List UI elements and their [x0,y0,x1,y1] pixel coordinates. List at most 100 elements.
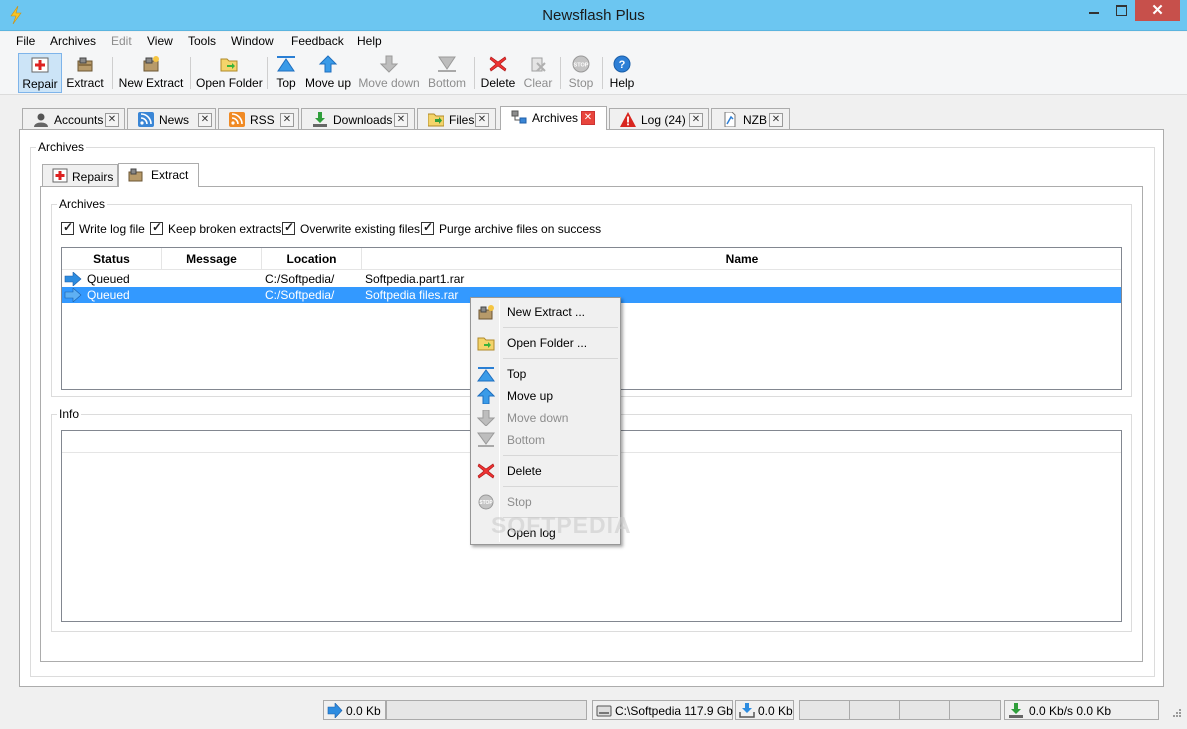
menu-item-open-folder[interactable]: Open Folder ... [473,332,618,354]
download-tray-icon [739,703,755,718]
extract-icon [128,168,143,182]
menu-separator [503,455,618,456]
archives-network-icon [511,110,527,124]
column-name[interactable]: Name [362,248,1121,270]
tab-archives[interactable]: Archives ✕ [500,106,607,130]
top-button[interactable]: Top [272,53,300,93]
close-tab-icon[interactable]: ✕ [105,113,119,127]
column-location[interactable]: Location [262,248,362,270]
tab-rss[interactable]: RSS ✕ [218,108,299,129]
speed-status: 0.0 Kb/s 0.0 Kb [1004,700,1159,720]
menu-item-bottom[interactable]: Bottom [473,429,618,451]
context-menu: New Extract ... Open Folder ... Top Move… [470,297,621,545]
close-button[interactable]: ✕ [1135,0,1180,21]
connection-segment [900,701,950,719]
toolbar-separator [474,57,475,89]
menu-separator [503,358,618,359]
svg-text:STOP: STOP [574,63,589,69]
move-down-button[interactable]: Move down [358,53,420,93]
tab-extract[interactable]: Extract [118,163,199,187]
resize-grip-icon[interactable] [1170,708,1182,720]
tab-files[interactable]: Files ✕ [417,108,496,129]
close-icon: ✕ [1151,2,1164,19]
menu-item-top[interactable]: Top [473,363,618,385]
menu-item-move-down[interactable]: Move down [473,407,618,429]
bottom-icon [438,56,456,72]
stop-icon: STOP [478,494,494,510]
menu-view[interactable]: View [147,34,173,48]
close-tab-icon[interactable]: ✕ [581,111,595,125]
tab-log[interactable]: Log (24) ✕ [609,108,709,129]
top-icon [277,56,295,72]
tab-repairs[interactable]: Repairs [42,164,118,186]
open-folder-button[interactable]: Open Folder [196,53,263,93]
clear-button[interactable]: Clear [522,53,554,93]
tab-nzb[interactable]: NZB ✕ [711,108,790,129]
new-extract-icon [478,305,494,320]
close-tab-icon[interactable]: ✕ [280,113,294,127]
user-icon [34,113,48,127]
menu-item-delete[interactable]: Delete [473,460,618,482]
close-tab-icon[interactable]: ✕ [394,113,408,127]
connection-segments [799,700,1001,720]
help-button[interactable]: ? Help [608,53,636,93]
menu-separator [503,486,618,487]
new-extract-button[interactable]: New Extract [118,53,184,93]
tab-news[interactable]: News ✕ [127,108,216,129]
menu-window[interactable]: Window [231,34,274,48]
upload-status: 0.0 Kb [323,700,386,720]
menu-file[interactable]: File [16,34,35,48]
nzb-file-icon [724,112,736,127]
archives-group-label: Archives [36,140,87,154]
menu-help[interactable]: Help [357,34,382,48]
menu-item-move-up[interactable]: Move up [473,385,618,407]
column-status[interactable]: Status [62,248,162,270]
upload-progress-bar [386,700,587,720]
stop-button[interactable]: STOP Stop [566,53,596,93]
repair-button[interactable]: Repair [18,53,62,93]
delete-button[interactable]: Delete [480,53,516,93]
repair-icon [52,168,68,183]
tab-accounts[interactable]: Accounts ✕ [22,108,125,129]
tab-downloads[interactable]: Downloads ✕ [301,108,415,129]
title-bar: Newsflash Plus ✕ [0,0,1187,31]
menu-item-stop[interactable]: STOP Stop [473,491,618,513]
softpedia-watermark: SOFTPEDIA [491,512,632,538]
arrow-down-icon [477,410,495,426]
toolbar-separator [190,57,191,89]
queued-arrow-icon [64,288,82,302]
connection-segment [800,701,850,719]
queued-arrow-icon [64,272,82,286]
info-group-label: Info [57,407,82,421]
close-tab-icon[interactable]: ✕ [769,113,783,127]
close-tab-icon[interactable]: ✕ [689,113,703,127]
toolbar-separator [112,57,113,89]
stop-icon: STOP [572,55,590,73]
close-tab-icon[interactable]: ✕ [475,113,489,127]
minimize-button[interactable] [1081,0,1107,21]
table-row[interactable]: Queued C:/Softpedia/ Softpedia.part1.rar [62,271,1121,287]
help-icon: ? [613,55,631,73]
menu-tools[interactable]: Tools [188,34,216,48]
bottom-button[interactable]: Bottom [426,53,468,93]
folder-arrow-icon [477,337,495,351]
move-up-button[interactable]: Move up [304,53,352,93]
close-tab-icon[interactable]: ✕ [198,113,212,127]
column-message[interactable]: Message [162,248,262,270]
checkbox-checked-icon [282,220,295,235]
maximize-button[interactable] [1108,0,1134,21]
extract-button[interactable]: Extract [64,53,106,93]
disk-status: C:\Softpedia 117.9 Gb [592,700,733,720]
menu-item-new-extract[interactable]: New Extract ... [473,301,618,323]
menu-feedback[interactable]: Feedback [291,34,344,48]
toolbar-separator [267,57,268,89]
menu-bar: File Archives Edit View Tools Window Fee… [0,32,1187,51]
menu-edit[interactable]: Edit [111,34,132,48]
download-icon [313,112,327,127]
toolbar-separator [602,57,603,89]
menu-archives[interactable]: Archives [50,34,96,48]
checkbox-checked-icon [150,220,163,235]
connection-segment [950,701,1000,719]
arrow-up-icon [477,388,495,404]
new-extract-icon [143,56,159,72]
